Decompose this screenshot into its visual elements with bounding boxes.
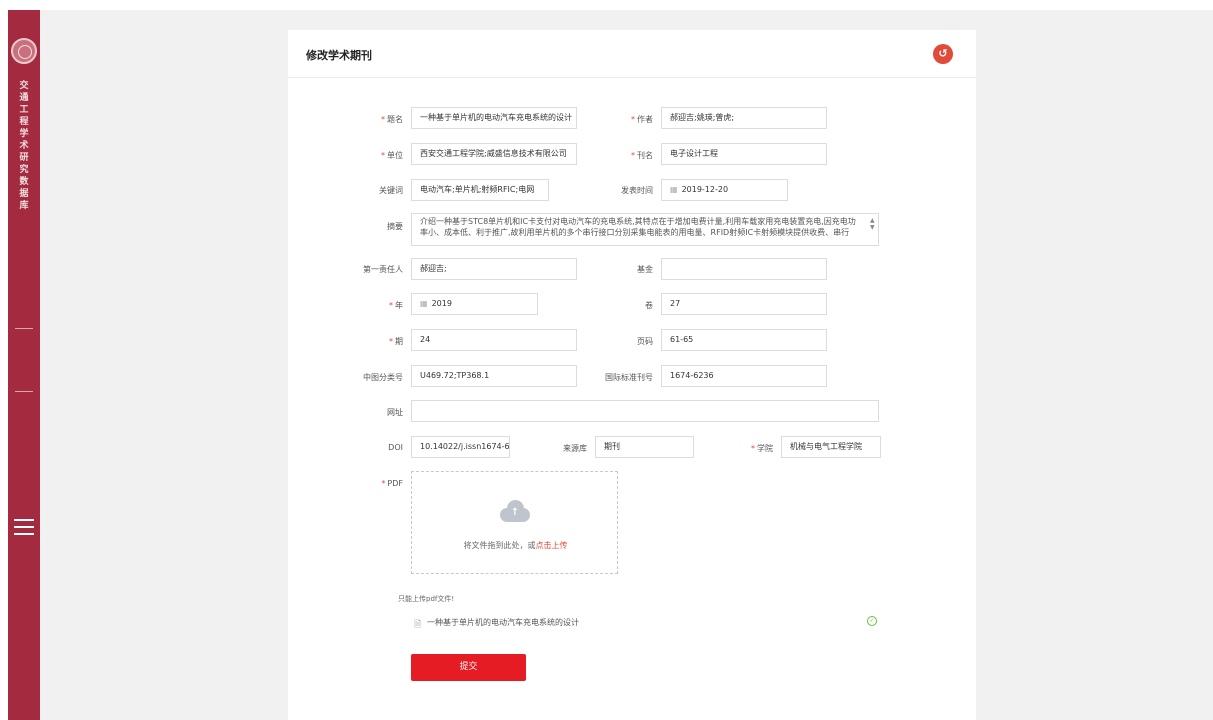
year-field[interactable]: ▦ 2019 — [411, 293, 538, 315]
doi-field[interactable]: 10.14022/j.issn1674-6 — [411, 436, 510, 458]
page-title: 修改学术期刊 — [306, 49, 372, 62]
journal-field[interactable]: 电子设计工程 — [661, 143, 827, 165]
check-circle-icon: ✓ — [867, 616, 877, 626]
college-label: * 学院 — [751, 444, 773, 453]
sidebar-divider — [15, 328, 33, 329]
document-icon: 🗎 — [414, 620, 422, 630]
top-strip — [0, 0, 1213, 10]
hamburger-menu-icon[interactable] — [14, 519, 34, 537]
issue-label: * 期 — [389, 337, 403, 346]
pdf-upload-dropzone[interactable]: ↑ 将文件拖到此处，或点击上传 — [411, 471, 618, 574]
issn-label: 国际标准刊号 — [605, 373, 653, 382]
submit-button[interactable]: 提交 — [411, 654, 526, 681]
university-seal-icon[interactable] — [11, 38, 37, 64]
source-label: 来源库 — [563, 444, 587, 453]
sidebar: 交通工程学术研究数据库 — [8, 10, 40, 720]
fund-label: 基金 — [637, 265, 653, 274]
year-label: * 年 — [389, 301, 403, 310]
volume-label: 卷 — [645, 301, 653, 310]
author-label: * 作者 — [631, 115, 653, 124]
keywords-label: 关键词 — [379, 186, 403, 195]
calendar-icon: ▦ — [670, 185, 678, 194]
clc-field[interactable]: U469.72;TP368.1 — [411, 365, 577, 387]
author-field[interactable]: 郝迎吉;姚瑛;曾虎; — [661, 107, 827, 129]
sidebar-title: 交通工程学术研究数据库 — [19, 81, 29, 211]
url-field[interactable] — [411, 400, 879, 422]
first-resp-field[interactable]: 郝迎吉; — [411, 258, 577, 280]
uploaded-file-name: 一种基于单片机的电动汽车充电系统的设计 — [427, 618, 579, 627]
first-resp-label: 第一责任人 — [363, 265, 403, 274]
calendar-icon: ▦ — [420, 299, 428, 308]
textarea-scroll-icon[interactable]: ▲ ▼ — [870, 217, 876, 231]
keywords-field[interactable]: 电动汽车;单片机;射频RFIC;电网 — [411, 179, 549, 201]
unit-label: * 单位 — [381, 151, 403, 160]
pdf-label: * PDF — [381, 479, 403, 488]
sidebar-divider — [15, 391, 33, 392]
abstract-textarea[interactable]: 介绍一种基于STC8单片机和IC卡支付对电动汽车的充电系统,其特点在于增加电费计… — [411, 213, 879, 246]
pubdate-label: 发表时间 — [621, 186, 653, 195]
pages-label: 页码 — [637, 337, 653, 346]
uploaded-file-item[interactable]: 🗎 一种基于单片机的电动汽车充电系统的设计 ✓ — [411, 616, 881, 630]
volume-field[interactable]: 27 — [661, 293, 827, 315]
url-label: 网址 — [387, 408, 403, 417]
issue-field[interactable]: 24 — [411, 329, 577, 351]
pubdate-field[interactable]: ▦ 2019-12-20 — [661, 179, 788, 201]
title-label: * 题名 — [381, 115, 403, 124]
title-field[interactable]: 一种基于单片机的电动汽车充电系统的设计 — [411, 107, 577, 129]
source-field[interactable]: 期刊 — [595, 436, 694, 458]
fund-field[interactable] — [661, 258, 827, 280]
college-field[interactable]: 机械与电气工程学院 — [781, 436, 881, 458]
unit-field[interactable]: 西安交通工程学院;威盛信息技术有限公司 — [411, 143, 577, 165]
doi-label: DOI — [388, 443, 403, 452]
upload-text: 将文件拖到此处，或点击上传 — [463, 541, 568, 550]
clc-label: 中图分类号 — [363, 373, 403, 382]
return-icon[interactable]: ↺ — [933, 44, 953, 64]
card-header: 修改学术期刊 ↺ — [288, 30, 976, 78]
abstract-label: 摘要 — [387, 222, 403, 231]
click-upload-link[interactable]: 点击上传 — [536, 541, 568, 550]
journal-label: * 刊名 — [631, 151, 653, 160]
upload-hint: 只能上传pdf文件! — [398, 595, 455, 603]
issn-field[interactable]: 1674-6236 — [661, 365, 827, 387]
pages-field[interactable]: 61-65 — [661, 329, 827, 351]
cloud-upload-icon: ↑ — [498, 500, 532, 522]
